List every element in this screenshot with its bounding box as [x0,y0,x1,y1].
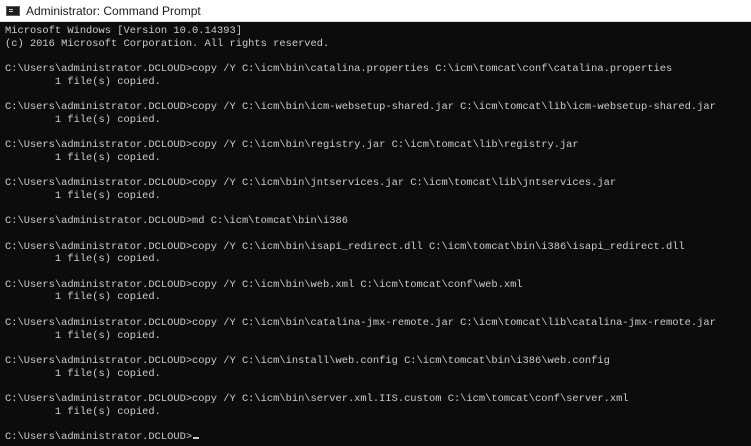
console-line: 1 file(s) copied. [5,405,161,418]
console-line: 1 file(s) copied. [5,329,161,342]
console-line: C:\Users\administrator.DCLOUD>md C:\icm\… [5,215,348,228]
cmd-icon [6,5,20,16]
title-bar[interactable]: Administrator: Command Prompt [0,0,751,22]
console-line: 1 file(s) copied. [5,367,161,380]
console-line: Microsoft Windows [Version 10.0.14393] [5,25,242,37]
console-line: C:\Users\administrator.DCLOUD>copy /Y C:… [5,278,523,291]
console-line: 1 file(s) copied. [5,189,161,202]
console-line: 1 file(s) copied. [5,75,161,88]
console-line: C:\Users\administrator.DCLOUD>copy /Y C:… [5,177,617,190]
command-prompt-window: Administrator: Command Prompt Microsoft … [0,0,751,446]
console-line: C:\Users\administrator.DCLOUD>copy /Y C:… [5,392,629,405]
console-line: 1 file(s) copied. [5,151,161,164]
text-cursor [193,437,200,439]
console-line: C:\Users\administrator.DCLOUD>copy /Y C:… [5,139,579,152]
window-title: Administrator: Command Prompt [26,3,201,18]
console-line: C:\Users\administrator.DCLOUD>copy /Y C:… [5,354,610,367]
console-line: 1 file(s) copied. [5,291,161,304]
console-line: 1 file(s) copied. [5,253,161,266]
console-output[interactable]: Microsoft Windows [Version 10.0.14393] (… [0,22,751,446]
console-line: C:\Users\administrator.DCLOUD>copy /Y C:… [5,240,685,253]
console-line: C:\Users\administrator.DCLOUD>copy /Y C:… [5,101,716,114]
console-prompt: C:\Users\administrator.DCLOUD> [5,431,193,443]
console-line: C:\Users\administrator.DCLOUD>copy /Y C:… [5,63,673,76]
console-line: 1 file(s) copied. [5,113,161,126]
console-line: (c) 2016 Microsoft Corporation. All righ… [5,37,330,50]
console-prompt-line[interactable]: C:\Users\administrator.DCLOUD> [5,431,751,444]
console-line: C:\Users\administrator.DCLOUD>copy /Y C:… [5,316,716,329]
